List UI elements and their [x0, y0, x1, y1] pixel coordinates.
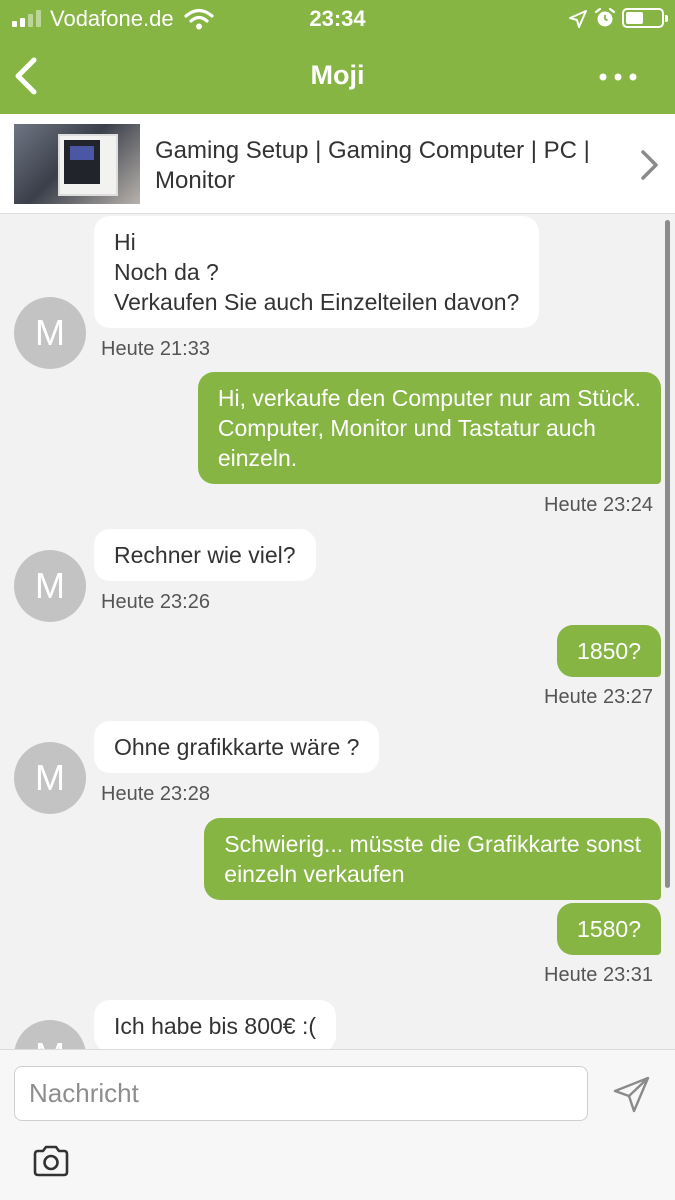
nav-bar: Moji — [0, 38, 675, 114]
avatar: M — [14, 1020, 86, 1049]
incoming-message: Hi Noch da ? Verkaufen Sie auch Einzelte… — [94, 216, 540, 328]
incoming-message: Rechner wie viel? — [94, 529, 316, 581]
incoming-message: Ich habe bis 800€ :( — [94, 1000, 337, 1049]
camera-icon[interactable] — [32, 1144, 70, 1178]
chat-partner-name: Moji — [310, 60, 365, 90]
outgoing-message: 1850? — [557, 625, 661, 677]
outgoing-message: 1580? — [557, 903, 661, 955]
top-bar: Vodafone.de 23:34 Moji — [0, 0, 675, 114]
avatar: M — [14, 742, 86, 814]
message-timestamp: Heute 23:26 — [101, 591, 210, 613]
message-composer — [0, 1049, 675, 1200]
message-timestamp: Heute 23:28 — [101, 783, 210, 805]
message-timestamp: Heute 23:31 — [544, 964, 653, 986]
message-timestamp: Heute 23:24 — [544, 494, 653, 516]
chat-area[interactable]: Hi Noch da ? Verkaufen Sie auch Einzelte… — [0, 214, 675, 1049]
battery-icon — [622, 8, 668, 28]
avatar: M — [14, 297, 86, 369]
chevron-right-icon — [641, 150, 658, 180]
send-icon[interactable] — [612, 1074, 652, 1114]
outgoing-message: Schwierig... müsste die Grafikkarte sons… — [204, 818, 661, 900]
location-arrow-icon — [569, 10, 587, 28]
listing-header[interactable]: Gaming Setup | Gaming Computer | PC | Mo… — [0, 114, 675, 214]
message-input[interactable] — [14, 1066, 588, 1121]
incoming-message: Ohne grafikkarte wäre ? — [94, 721, 380, 773]
message-timestamp: Heute 21:33 — [101, 338, 210, 360]
listing-thumbnail — [14, 124, 140, 204]
chat-scrollbar[interactable] — [665, 220, 670, 888]
avatar: M — [14, 550, 86, 622]
alarm-icon — [594, 7, 616, 27]
outgoing-message: Hi, verkaufe den Computer nur am Stück. … — [197, 372, 661, 484]
listing-title: Gaming Setup | Gaming Computer | PC | Mo… — [155, 137, 590, 194]
more-dots-icon[interactable] — [598, 62, 638, 92]
status-bar: Vodafone.de 23:34 — [0, 0, 675, 38]
message-timestamp: Heute 23:27 — [544, 686, 653, 708]
